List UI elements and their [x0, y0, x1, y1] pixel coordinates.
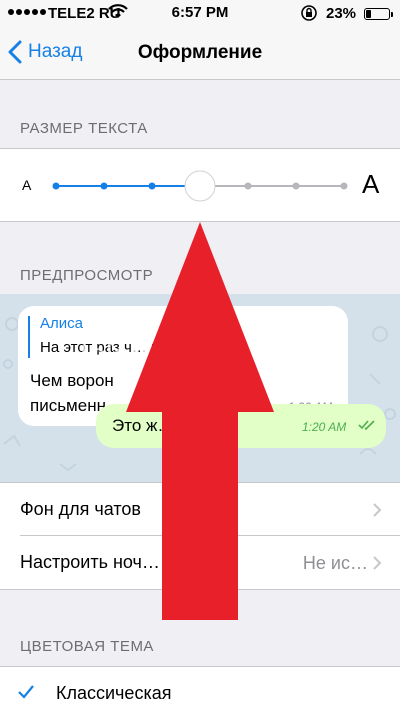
slider-step-dot[interactable]: [340, 182, 348, 190]
slider-thumb[interactable]: [184, 170, 216, 202]
text-size-header: РАЗМЕР ТЕКСТА: [20, 120, 148, 137]
double-check-icon: [358, 420, 375, 431]
reply-indicator: [28, 316, 30, 358]
night-mode-value: Не ис…: [302, 553, 368, 573]
reply-author: Алиса: [40, 315, 83, 332]
back-button[interactable]: Назад: [8, 40, 82, 64]
chat-settings-list: Фон для чатов Настроить ноч… му Не ис…: [0, 482, 400, 590]
theme-classic-label: Классическая: [56, 683, 172, 703]
outgoing-message-time: 1:20 AM: [302, 420, 347, 434]
slider-step-dot[interactable]: [100, 182, 108, 190]
theme-item-classic[interactable]: Классическая: [0, 666, 400, 711]
status-bar: TELE2 RU 6:57 PM 23%: [0, 0, 400, 28]
battery-percent: 23%: [326, 5, 357, 22]
navigation-bar: Назад Оформление: [0, 28, 400, 80]
chevron-right-icon: [373, 556, 382, 570]
outgoing-message-bubble: Это ж… видно! 1:20 AM: [96, 404, 386, 448]
reply-text: На этот раз ч… послож…: [40, 339, 218, 356]
slider-step-dot[interactable]: [292, 182, 300, 190]
chevron-left-icon: [8, 40, 22, 64]
night-mode-label: Настроить ноч… му: [20, 552, 187, 572]
list-item-night-mode[interactable]: Настроить ноч… му Не ис…: [0, 536, 400, 589]
slider-step-dot[interactable]: [244, 182, 252, 190]
chevron-right-icon: [373, 503, 382, 517]
large-text-label: A: [362, 169, 380, 199]
chat-background-label: Фон для чатов: [20, 499, 141, 519]
preview-header: ПРЕДПРОСМОТР: [20, 267, 154, 284]
battery-icon: [364, 8, 393, 20]
text-size-row: A A: [0, 148, 400, 222]
color-theme-header: ЦВЕТОВАЯ ТЕМА: [20, 638, 154, 655]
slider-step-dot[interactable]: [52, 182, 60, 190]
text-size-slider[interactable]: [0, 149, 400, 223]
back-button-label: Назад: [28, 41, 83, 62]
checkmark-icon: [18, 685, 34, 699]
orientation-lock-icon: [300, 4, 318, 26]
outgoing-message-text: Это ж… видно!: [112, 416, 232, 435]
list-item-chat-background[interactable]: Фон для чатов: [0, 483, 400, 536]
incoming-line-1: Чем ворон: [30, 371, 114, 390]
chat-preview: Алиса На этот раз ч… послож… Чем ворон п…: [0, 294, 400, 482]
slider-step-dot[interactable]: [148, 182, 156, 190]
